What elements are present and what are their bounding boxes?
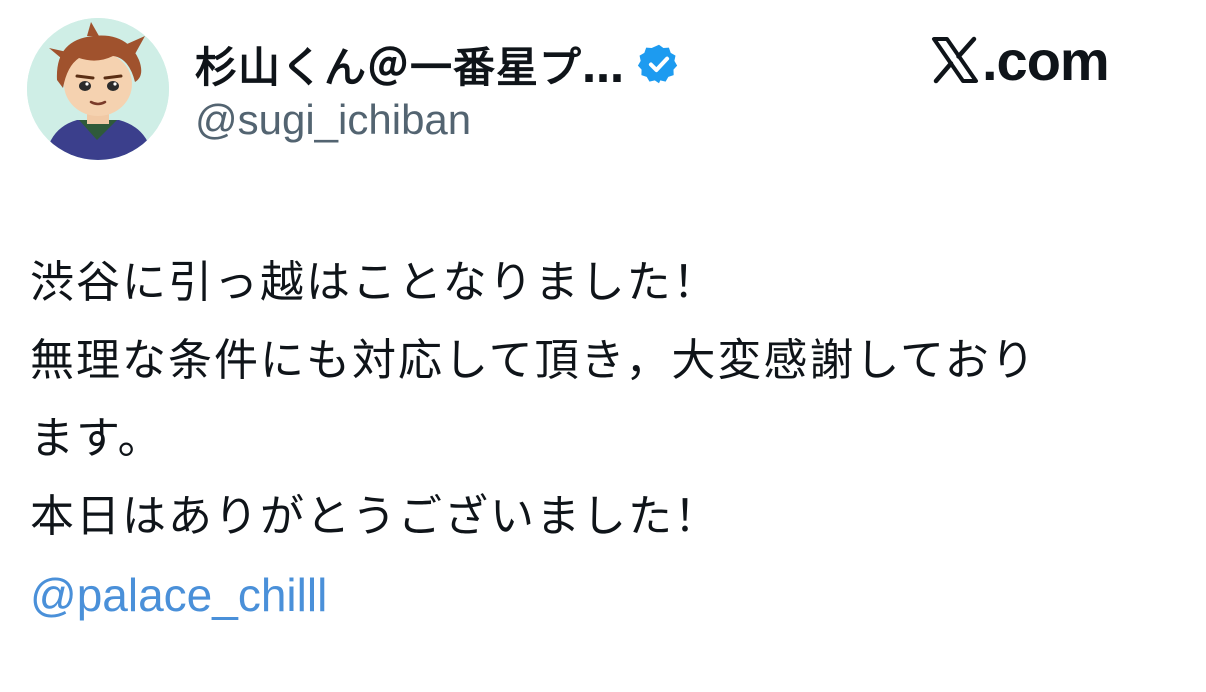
tweet-line: 本日はありがとうございました！	[30, 491, 720, 542]
mention-link[interactable]: @palace_chilll	[30, 556, 1170, 634]
verified-badge-icon	[637, 42, 681, 86]
tweet-line: ます。	[30, 413, 164, 464]
tweet-line: 渋谷に引っ越はことなりました！	[30, 257, 719, 308]
avatar[interactable]	[27, 18, 169, 160]
author-handle[interactable]: @sugi_ichiban	[195, 96, 471, 144]
tweet-card: 杉山くん＠一番星プ… @sugi_ichiban .com 渋谷に引っ越はことな…	[0, 0, 1206, 692]
display-name-row[interactable]: 杉山くん＠一番星プ…	[195, 36, 681, 92]
brand-text: .com	[982, 28, 1110, 92]
tweet-line: 無理な条件にも対応して頂き，大変感謝しており	[30, 335, 1037, 386]
cartoon-avatar-icon	[27, 18, 169, 160]
brand-logo[interactable]: .com	[930, 28, 1110, 92]
tweet-text: 渋谷に引っ越はことなりました！ 無理な条件にも対応して頂き，大変感謝しており ま…	[30, 244, 1170, 634]
display-name[interactable]: 杉山くん＠一番星プ…	[195, 34, 625, 95]
x-logo-icon	[930, 35, 980, 85]
